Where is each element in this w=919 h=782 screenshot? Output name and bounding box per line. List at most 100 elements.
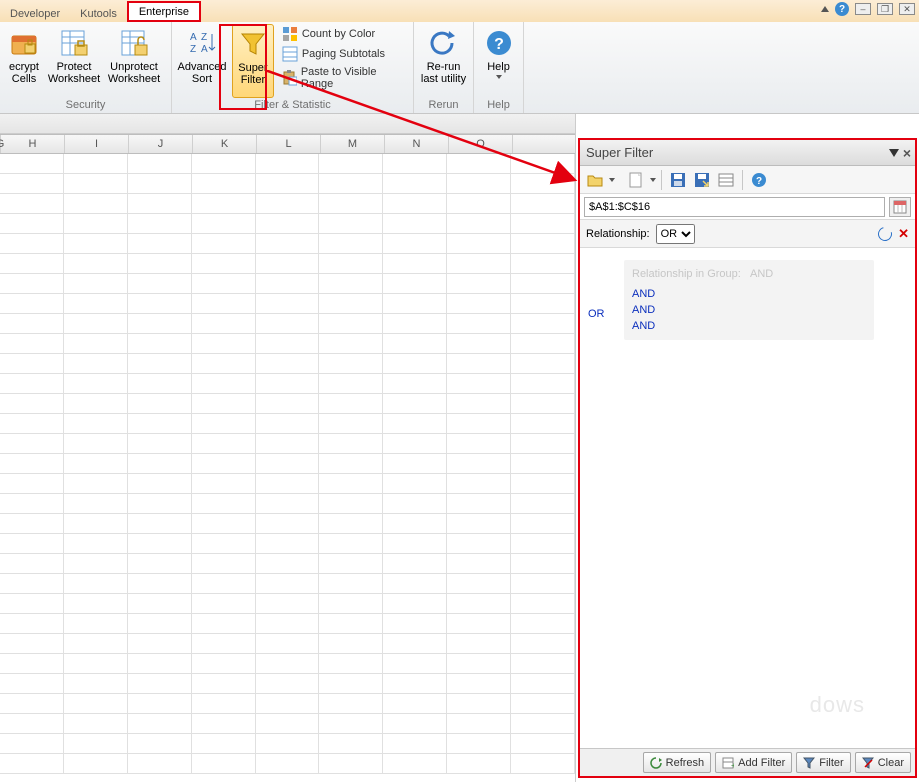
outer-or-link[interactable]: OR xyxy=(588,308,605,320)
cell[interactable] xyxy=(319,674,383,694)
cell[interactable] xyxy=(0,194,64,214)
cell[interactable] xyxy=(319,514,383,534)
cell[interactable] xyxy=(511,314,575,334)
tab-kutools[interactable]: Kutools xyxy=(70,5,127,22)
cell[interactable] xyxy=(256,354,320,374)
cell[interactable] xyxy=(511,374,575,394)
refresh-button[interactable]: Refresh xyxy=(643,752,712,773)
cell[interactable] xyxy=(383,414,447,434)
cell[interactable] xyxy=(192,634,256,654)
cell[interactable] xyxy=(64,454,128,474)
cell[interactable] xyxy=(64,274,128,294)
cell[interactable] xyxy=(64,674,128,694)
cell[interactable] xyxy=(256,154,320,174)
cell[interactable] xyxy=(447,434,511,454)
cell[interactable] xyxy=(319,694,383,714)
cell[interactable] xyxy=(192,254,256,274)
cell[interactable] xyxy=(319,274,383,294)
cell[interactable] xyxy=(383,474,447,494)
cell[interactable] xyxy=(0,754,64,774)
ribbon-collapse-icon[interactable] xyxy=(821,6,829,12)
cell[interactable] xyxy=(192,234,256,254)
cell[interactable] xyxy=(0,674,64,694)
cell[interactable] xyxy=(511,194,575,214)
cell[interactable] xyxy=(192,554,256,574)
cell[interactable] xyxy=(447,214,511,234)
cell[interactable] xyxy=(192,434,256,454)
col-header[interactable]: O xyxy=(449,135,513,153)
cell[interactable] xyxy=(256,634,320,654)
cell[interactable] xyxy=(192,734,256,754)
cell[interactable] xyxy=(256,174,320,194)
cell[interactable] xyxy=(319,194,383,214)
cell[interactable] xyxy=(383,154,447,174)
cell[interactable] xyxy=(447,514,511,534)
cell[interactable] xyxy=(128,654,192,674)
cell[interactable] xyxy=(64,634,128,654)
cell[interactable] xyxy=(64,614,128,634)
cell[interactable] xyxy=(511,214,575,234)
cell[interactable] xyxy=(128,714,192,734)
cell[interactable] xyxy=(511,454,575,474)
cell[interactable] xyxy=(192,594,256,614)
cell[interactable] xyxy=(447,374,511,394)
new-scenario-button[interactable] xyxy=(625,169,647,191)
range-picker-button[interactable] xyxy=(889,197,911,217)
cell[interactable] xyxy=(128,214,192,234)
cell[interactable] xyxy=(319,334,383,354)
cell[interactable] xyxy=(383,754,447,774)
cell[interactable] xyxy=(447,614,511,634)
help-button[interactable]: ? Help xyxy=(478,24,519,98)
cell[interactable] xyxy=(128,634,192,654)
cell[interactable] xyxy=(447,174,511,194)
cell[interactable] xyxy=(256,494,320,514)
cell[interactable] xyxy=(511,614,575,634)
cell[interactable] xyxy=(0,534,64,554)
cell[interactable] xyxy=(256,374,320,394)
restore-button[interactable]: ❐ xyxy=(877,3,893,15)
cell[interactable] xyxy=(319,234,383,254)
cell[interactable] xyxy=(256,234,320,254)
cell[interactable] xyxy=(511,494,575,514)
cell[interactable] xyxy=(0,634,64,654)
col-header[interactable]: J xyxy=(129,135,193,153)
cell[interactable] xyxy=(128,174,192,194)
cell[interactable] xyxy=(447,554,511,574)
cell[interactable] xyxy=(511,734,575,754)
cell[interactable] xyxy=(128,614,192,634)
cell[interactable] xyxy=(447,274,511,294)
criteria-and-2[interactable]: AND xyxy=(632,302,866,318)
criteria-and-3[interactable]: AND xyxy=(632,318,866,334)
cell[interactable] xyxy=(0,334,64,354)
cell[interactable] xyxy=(128,514,192,534)
super-filter-button[interactable]: Super Filter xyxy=(232,24,274,98)
range-input[interactable] xyxy=(584,197,885,217)
criteria-and-1[interactable]: AND xyxy=(632,286,866,302)
cell[interactable] xyxy=(511,474,575,494)
cell[interactable] xyxy=(64,514,128,534)
cell[interactable] xyxy=(128,194,192,214)
cell[interactable] xyxy=(64,174,128,194)
cell[interactable] xyxy=(256,674,320,694)
cell[interactable] xyxy=(128,574,192,594)
cell[interactable] xyxy=(319,654,383,674)
cell[interactable] xyxy=(0,274,64,294)
cell[interactable] xyxy=(0,434,64,454)
count-by-color-button[interactable]: Count by Color xyxy=(278,24,409,44)
cell[interactable] xyxy=(447,294,511,314)
cell[interactable] xyxy=(447,494,511,514)
cell[interactable] xyxy=(128,314,192,334)
cell[interactable] xyxy=(256,574,320,594)
col-header[interactable]: K xyxy=(193,135,257,153)
open-scenario-button[interactable] xyxy=(584,169,606,191)
cell[interactable] xyxy=(192,394,256,414)
cell[interactable] xyxy=(256,434,320,454)
manage-button[interactable] xyxy=(715,169,737,191)
cell[interactable] xyxy=(511,514,575,534)
save-as-button[interactable] xyxy=(691,169,713,191)
rerun-button[interactable]: Re-run last utility xyxy=(418,24,469,98)
cell[interactable] xyxy=(447,414,511,434)
cell[interactable] xyxy=(128,434,192,454)
cell[interactable] xyxy=(192,614,256,634)
cell[interactable] xyxy=(256,394,320,414)
